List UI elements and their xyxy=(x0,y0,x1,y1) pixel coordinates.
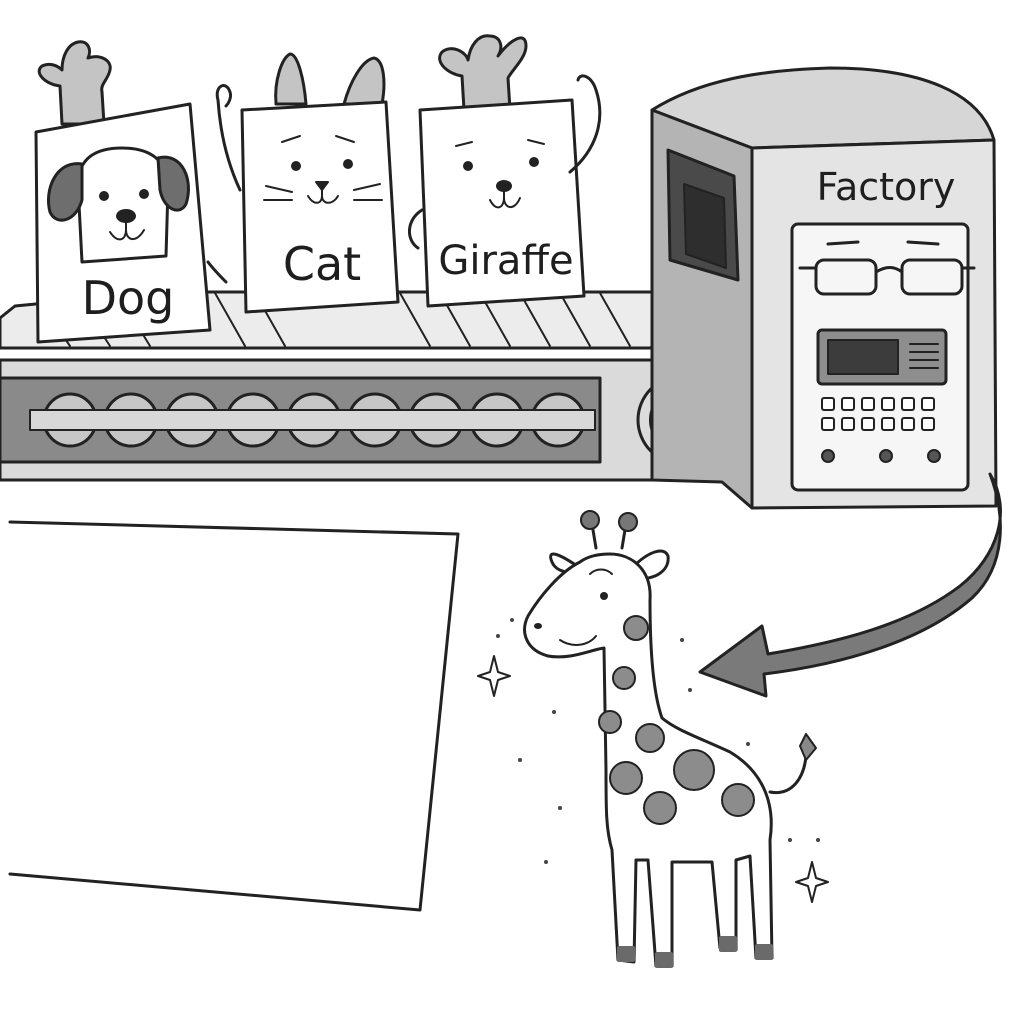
cat-arm-left xyxy=(215,84,242,192)
giraffe-icon xyxy=(477,510,829,968)
giraffe-card-hand-icon xyxy=(438,34,528,112)
belt-center-rail xyxy=(29,409,596,431)
factory-label: Factory xyxy=(817,165,956,209)
sparkle-icon xyxy=(477,655,511,697)
card-giraffe: Giraffe xyxy=(408,34,602,308)
sparkle-icon xyxy=(795,861,829,903)
card-dog: Dog xyxy=(34,40,228,344)
factory-machine: Factory xyxy=(650,66,998,510)
factory-diagram: Dog Cat Giraffe Factory xyxy=(0,0,1024,1024)
cat-ear-right xyxy=(342,56,386,106)
cat-ear-left xyxy=(274,52,308,106)
dog-hand-icon xyxy=(37,40,112,126)
cat-card-label: Cat xyxy=(283,237,361,291)
giraffe-card-label: Giraffe xyxy=(438,238,573,284)
dog-card-label: Dog xyxy=(82,271,175,325)
card-cat: Cat xyxy=(215,52,400,314)
factory-screen xyxy=(827,339,899,375)
dog-arm xyxy=(206,260,228,284)
empty-frame xyxy=(8,520,460,912)
giraffe-card-arm-left xyxy=(408,208,424,250)
